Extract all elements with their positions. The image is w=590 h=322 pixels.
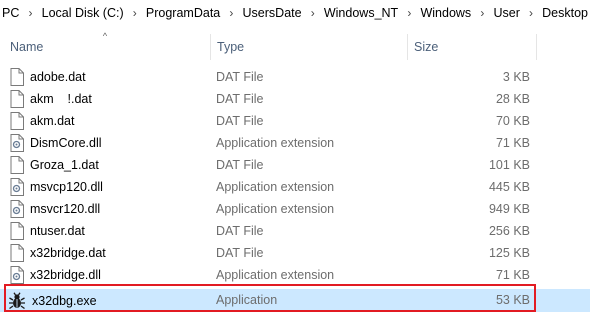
- chevron-right-icon[interactable]: ›: [304, 6, 322, 20]
- file-size: 71 KB: [495, 268, 530, 282]
- blank-file-icon: [10, 90, 24, 108]
- file-name: msvcr120.dll: [30, 202, 101, 216]
- file-size: 125 KB: [488, 246, 530, 260]
- file-size: 28 KB: [495, 92, 530, 106]
- dll-file-icon: [10, 134, 24, 152]
- file-row[interactable]: Groza_1.dat DAT File 101 KB: [0, 154, 590, 176]
- breadcrumb-item-user[interactable]: User: [491, 6, 521, 20]
- file-type: DAT File: [216, 70, 264, 84]
- column-header-size[interactable]: Size: [408, 32, 536, 60]
- file-row[interactable]: DismCore.dll Application extension 71 KB: [0, 132, 590, 154]
- bug-icon: [9, 291, 25, 309]
- file-type: DAT File: [216, 92, 264, 106]
- chevron-right-icon[interactable]: ›: [473, 6, 491, 20]
- column-header-row: ^ Name Type Size: [0, 32, 590, 60]
- file-explorer-window: PC › Local Disk (C:) › ProgramData › Use…: [0, 0, 590, 322]
- file-size: 71 KB: [495, 136, 530, 150]
- column-header-type[interactable]: Type: [211, 32, 407, 60]
- file-size: 3 KB: [502, 70, 530, 84]
- breadcrumb-item-programdata[interactable]: ProgramData: [144, 6, 222, 20]
- breadcrumb-item-windows[interactable]: Windows: [418, 6, 473, 20]
- breadcrumb: PC › Local Disk (C:) › ProgramData › Use…: [0, 0, 590, 26]
- file-name: akm !.dat: [30, 92, 92, 106]
- column-header-name[interactable]: Name: [4, 32, 210, 60]
- file-type: DAT File: [216, 158, 264, 172]
- dll-file-icon: [10, 266, 24, 284]
- file-name: akm.dat: [30, 114, 75, 128]
- file-name: DismCore.dll: [30, 136, 102, 150]
- file-row[interactable]: akm.dat DAT File 70 KB: [0, 110, 590, 132]
- file-type: DAT File: [216, 114, 264, 128]
- dll-file-icon: [10, 178, 24, 196]
- file-row[interactable]: x32bridge.dat DAT File 125 KB: [0, 242, 590, 264]
- file-size: 256 KB: [488, 224, 530, 238]
- file-name: ntuser.dat: [30, 224, 85, 238]
- file-row-selected[interactable]: x32dbg.exe Application 53 KB: [0, 289, 590, 312]
- file-name: Groza_1.dat: [30, 158, 99, 172]
- file-type: Application extension: [216, 202, 335, 216]
- blank-file-icon: [10, 222, 24, 240]
- chevron-right-icon[interactable]: ›: [126, 6, 144, 20]
- breadcrumb-item-desktop[interactable]: Desktop: [540, 6, 590, 20]
- file-size: 949 KB: [488, 202, 530, 216]
- file-row[interactable]: x32bridge.dll Application extension 71 K…: [0, 264, 590, 286]
- file-row[interactable]: msvcr120.dll Application extension 949 K…: [0, 198, 590, 220]
- file-type: Application extension: [216, 136, 335, 150]
- file-type: DAT File: [216, 246, 264, 260]
- blank-file-icon: [10, 244, 24, 262]
- file-size: 53 KB: [495, 293, 530, 307]
- breadcrumb-item-pc[interactable]: PC: [0, 6, 21, 20]
- file-row[interactable]: msvcp120.dll Application extension 445 K…: [0, 176, 590, 198]
- file-type: Application: [216, 293, 278, 307]
- dll-file-icon: [10, 200, 24, 218]
- file-type: Application extension: [216, 268, 335, 282]
- breadcrumb-item-local-disk[interactable]: Local Disk (C:): [40, 6, 126, 20]
- file-row[interactable]: adobe.dat DAT File 3 KB: [0, 66, 590, 88]
- file-type: Application extension: [216, 180, 335, 194]
- file-type: DAT File: [216, 224, 264, 238]
- chevron-right-icon[interactable]: ›: [400, 6, 418, 20]
- blank-file-icon: [10, 68, 24, 86]
- file-size: 70 KB: [495, 114, 530, 128]
- breadcrumb-item-usersdate[interactable]: UsersDate: [241, 6, 304, 20]
- column-divider[interactable]: [536, 34, 537, 60]
- chevron-right-icon[interactable]: ›: [21, 6, 39, 20]
- file-row[interactable]: akm !.dat DAT File 28 KB: [0, 88, 590, 110]
- file-name: x32bridge.dll: [30, 268, 101, 282]
- file-name: msvcp120.dll: [30, 180, 103, 194]
- file-name: x32dbg.exe: [32, 293, 97, 308]
- chevron-right-icon[interactable]: ›: [222, 6, 240, 20]
- file-name: adobe.dat: [30, 70, 86, 84]
- file-size: 101 KB: [488, 158, 530, 172]
- file-name: x32bridge.dat: [30, 246, 106, 260]
- file-list: adobe.dat DAT File 3 KB akm !.dat DAT Fi…: [0, 66, 590, 312]
- blank-file-icon: [10, 156, 24, 174]
- blank-file-icon: [10, 112, 24, 130]
- file-size: 445 KB: [488, 180, 530, 194]
- breadcrumb-item-windows-nt[interactable]: Windows_NT: [322, 6, 400, 20]
- file-row[interactable]: ntuser.dat DAT File 256 KB: [0, 220, 590, 242]
- chevron-right-icon[interactable]: ›: [522, 6, 540, 20]
